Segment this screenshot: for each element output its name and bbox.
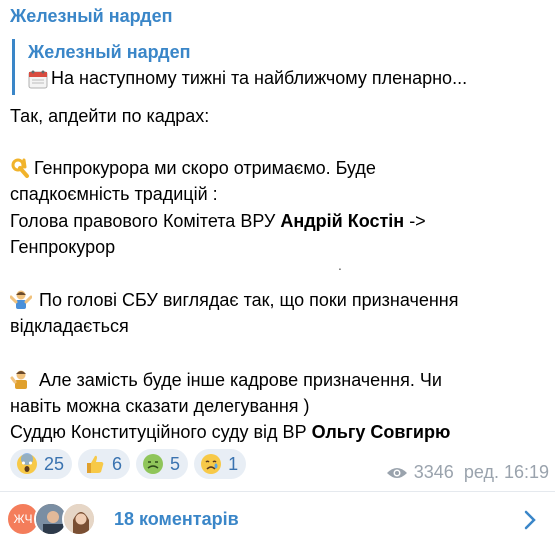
chevron-right-icon [524,510,536,530]
post-text-line: Голова правового Комітета ВРУ Андрій Кос… [10,209,426,233]
crying-icon [201,454,222,474]
comments-count: 18 коментарів [114,509,239,529]
post-text-line: Генпрокурор [10,237,116,257]
scream-icon [17,453,37,474]
person-icon [10,368,32,390]
reaction-scream[interactable]: 25 [10,449,73,479]
post-text-line: Так, апдейти по кадрах: [10,106,210,126]
shrug-icon [9,288,33,310]
avatar [62,502,96,536]
eye-icon [386,467,407,478]
view-count: 3346 [413,462,454,482]
reaction-count: 1 [228,453,239,474]
post-text: Суддю Конституційного суду від ВР [10,422,312,442]
post-text-line: Генпрокурора ми скоро отримаємо. Буде [10,156,376,180]
reactions-bar: 25 6 5 1 [10,449,247,479]
ok-hand-icon [10,156,32,178]
edited-time: ред. 16:19 [463,462,549,482]
reaction-count: 25 [44,453,65,474]
post-text: Генпрокурора ми скоро отримаємо. Буде [34,158,376,178]
post-text: -> [404,211,426,231]
calendar-icon [28,69,48,89]
post-text-line: навіть можна сказати делегування ) [10,396,310,416]
reply-author: Железный нардеп [28,42,191,62]
post-text: По голові СБУ виглядає так, що поки приз… [34,290,459,310]
reaction-crying[interactable]: 1 [194,449,247,479]
reaction-count: 5 [170,453,181,474]
post-text-line: Але замість буде інше кадрове призначенн… [10,368,442,392]
post-text-line: відкладається [10,316,129,336]
post-text-line: По голові СБУ виглядає так, що поки приз… [9,288,459,312]
post-text-line: Суддю Конституційного суду від ВР Ольгу … [10,420,450,444]
comments-button[interactable]: ЖЧ 18 коментарів [0,492,555,548]
reply-text: На наступному тижні та найближчому плена… [51,68,468,88]
reaction-thumbs-up[interactable]: 6 [78,449,131,479]
post-dot: . [338,257,342,273]
reply-quote[interactable]: Железный нардеп На наступному тижні та н… [12,39,532,95]
reaction-count: 6 [112,453,123,474]
post-text: Голова правового Комітета ВРУ [10,211,281,231]
person-name-sovhyria: Ольгу Совгирю [311,422,451,442]
thumbs-up-icon [87,455,104,473]
channel-name[interactable]: Железный нардеп [10,6,172,27]
person-name-kostin: Андрій Костін [280,211,405,231]
post-text: Але замість буде інше кадрове призначенн… [34,370,442,390]
reply-text-row: На наступному тижні та найближчому плена… [28,68,536,89]
reaction-nauseated[interactable]: 5 [136,449,189,479]
nauseated-icon [143,454,164,474]
post-text-line: спадкоємність традицій : [10,184,218,204]
post-meta: 3346 ред. 16:19 [386,462,549,483]
